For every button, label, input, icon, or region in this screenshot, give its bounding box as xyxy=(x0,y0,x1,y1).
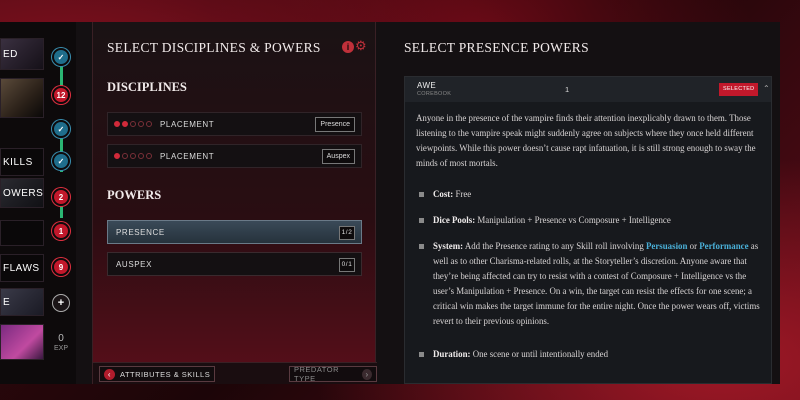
step-node-label: ✓ xyxy=(57,156,65,166)
step-thumb-skills[interactable]: KILLS xyxy=(0,148,44,176)
performance-link[interactable]: Performance xyxy=(699,241,748,251)
chevron-up-icon[interactable]: ⌃ xyxy=(763,84,770,93)
power-count: 0/1 xyxy=(339,258,355,272)
chevron-left-icon: ‹ xyxy=(104,368,115,380)
discipline-row-presence[interactable]: PLACEMENT Presence xyxy=(107,112,362,136)
prev-step-label: ATTRIBUTES & SKILLS xyxy=(120,369,211,379)
panel-title: SELECT PRESENCE POWERS xyxy=(404,40,589,55)
dot-empty xyxy=(138,153,144,159)
power-card-header[interactable]: AWE COREBOOK 1 SELECTED ⌃ xyxy=(405,77,771,102)
dot-empty xyxy=(138,121,144,127)
step-thumb-concept[interactable] xyxy=(0,78,44,118)
step-thumb-label: OWERS xyxy=(3,187,44,199)
step-complete-check-icon[interactable]: ✓ xyxy=(52,48,70,66)
dot-filled xyxy=(114,153,120,159)
next-step-button[interactable]: PREDATOR TYPE › xyxy=(289,365,377,383)
bullet-icon xyxy=(419,352,424,357)
step-thumb-empty[interactable] xyxy=(0,220,44,246)
disciplines-heading: DISCIPLINES xyxy=(107,80,187,94)
system-text: Add the Presence rating to any Skill rol… xyxy=(464,241,644,251)
power-level: 1 xyxy=(565,85,570,94)
power-label: AUSPEX xyxy=(116,259,153,269)
step-thumb-extra[interactable]: E xyxy=(0,288,44,316)
step-node-label: + xyxy=(57,297,65,309)
disciplines-panel: SELECT DISCIPLINES & POWERS i ⚙ DISCIPLI… xyxy=(92,22,377,384)
step-node-label: ✓ xyxy=(57,124,65,134)
step-complete-check-icon[interactable]: ✓ xyxy=(52,152,70,170)
prev-step-button[interactable]: ‹ ATTRIBUTES & SKILLS xyxy=(99,366,216,382)
power-system: System: Add the Presence rating to any S… xyxy=(419,239,763,329)
dice-label: Dice Pools: xyxy=(433,215,476,225)
step-node-label: 9 xyxy=(58,262,64,272)
bullet-icon xyxy=(419,218,424,223)
discipline-label: PLACEMENT xyxy=(160,119,215,129)
dot-filled xyxy=(114,121,120,127)
cost-value: Free xyxy=(455,189,472,199)
step-thumb-label: ED xyxy=(3,48,18,60)
discipline-select[interactable]: Auspex xyxy=(321,149,355,164)
power-source: COREBOOK xyxy=(417,91,452,97)
system-text: as well as to other Charisma-related rol… xyxy=(433,241,760,326)
panel-title: SELECT DISCIPLINES & POWERS xyxy=(107,40,321,55)
step-node-label: 12 xyxy=(56,90,66,100)
chevron-right-icon: › xyxy=(362,368,372,380)
selected-badge[interactable]: SELECTED xyxy=(719,83,759,96)
power-cost: Cost: Free xyxy=(419,187,763,202)
dot-empty xyxy=(122,153,128,159)
step-node-label: ✓ xyxy=(57,52,65,62)
power-duration: Duration: One scene or until intentional… xyxy=(419,347,763,362)
step-remaining-badge[interactable]: 9 xyxy=(52,258,70,276)
step-node-label: 1 xyxy=(58,226,64,236)
bullet-icon xyxy=(419,192,424,197)
dot-empty xyxy=(130,121,136,127)
power-card-awe: AWE COREBOOK 1 SELECTED ⌃ Anyone in the … xyxy=(404,76,772,384)
discipline-row-auspex[interactable]: PLACEMENT Auspex xyxy=(107,144,362,168)
power-row-presence[interactable]: PRESENCE 1/2 xyxy=(107,220,362,244)
step-node-label: 2 xyxy=(58,192,64,202)
bullet-icon xyxy=(419,244,424,249)
power-count: 1/2 xyxy=(339,226,355,240)
system-text: or xyxy=(689,241,698,251)
duration-value: One scene or until intentionally ended xyxy=(472,349,609,359)
dot-filled xyxy=(122,121,128,127)
dot-empty xyxy=(130,153,136,159)
dot-empty xyxy=(146,121,152,127)
cost-label: Cost: xyxy=(433,189,454,199)
powers-heading: POWERS xyxy=(107,188,162,202)
step-thumb-powers[interactable]: OWERS xyxy=(0,178,44,208)
info-icon[interactable]: i xyxy=(342,41,354,53)
step-thumb-flaws[interactable]: FLAWS xyxy=(0,254,44,282)
step-remaining-badge[interactable]: 12 xyxy=(52,86,70,104)
step-strip: ED KILLS OWERS FLAWS E ✓ 12 ✓ ✓ 2 1 9 + … xyxy=(0,22,76,384)
step-thumb-label: E xyxy=(3,296,11,308)
next-step-label: PREDATOR TYPE xyxy=(294,365,339,383)
power-description: Anyone in the presence of the vampire fi… xyxy=(416,113,756,168)
step-remaining-badge[interactable]: 2 xyxy=(52,188,70,206)
add-plus-icon[interactable]: + xyxy=(52,294,70,312)
power-name: AWE xyxy=(417,81,437,90)
exp-value: 0 xyxy=(58,333,64,344)
step-thumb-label: FLAWS xyxy=(3,262,40,274)
character-creator-window: ED KILLS OWERS FLAWS E ✓ 12 ✓ ✓ 2 1 9 + … xyxy=(0,22,780,384)
panel-footer: ‹ ATTRIBUTES & SKILLS PREDATOR TYPE › xyxy=(93,362,377,384)
duration-label: Duration: xyxy=(433,349,471,359)
dice-value: Manipulation + Presence vs Composure + I… xyxy=(477,215,671,225)
dot-empty xyxy=(146,153,152,159)
step-thumb-label: KILLS xyxy=(3,156,33,168)
persuasion-link[interactable]: Persuasion xyxy=(646,241,687,251)
system-label: System: xyxy=(433,241,464,251)
power-row-auspex[interactable]: AUSPEX 0/1 xyxy=(107,252,362,276)
discipline-select[interactable]: Presence xyxy=(315,117,355,132)
step-thumb-portrait[interactable] xyxy=(0,324,44,360)
step-thumb-clan[interactable]: ED xyxy=(0,38,44,70)
step-remaining-badge[interactable]: 1 xyxy=(52,222,70,240)
power-dice-pools: Dice Pools: Manipulation + Presence vs C… xyxy=(419,213,763,228)
power-label: PRESENCE xyxy=(116,227,165,237)
gear-icon[interactable]: ⚙ xyxy=(355,38,367,54)
powers-detail-panel: SELECT PRESENCE POWERS AWE COREBOOK 1 SE… xyxy=(392,22,780,384)
exp-label: EXP xyxy=(53,345,68,352)
step-complete-check-icon[interactable]: ✓ xyxy=(52,120,70,138)
discipline-label: PLACEMENT xyxy=(160,151,215,161)
